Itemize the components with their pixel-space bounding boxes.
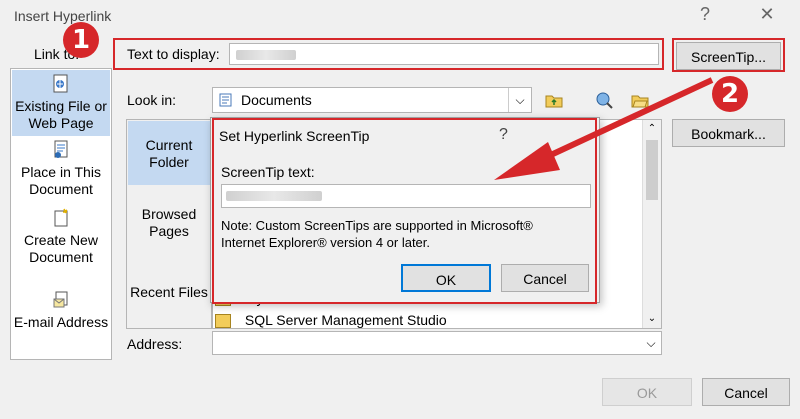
list-item[interactable]: SQL Server Management Studio: [215, 312, 447, 329]
text-to-display-label: Text to display:: [127, 46, 220, 62]
link-to-email[interactable]: E-mail Address: [12, 290, 110, 334]
link-to-existing-file[interactable]: Existing File or Web Page: [12, 70, 110, 136]
tab-browsed-pages[interactable]: Browsed Pages: [128, 206, 210, 240]
window-title: Insert Hyperlink: [14, 8, 112, 24]
help-button[interactable]: ?: [692, 4, 718, 25]
redacted-text: [236, 50, 296, 60]
step2-badge: 2: [712, 76, 748, 112]
screentip-button[interactable]: ScreenTip...: [676, 42, 781, 70]
tab-current-folder[interactable]: Current Folder: [128, 121, 210, 185]
link-to-place-in-document[interactable]: Place in This Document: [12, 138, 110, 200]
address-input[interactable]: ⌵: [212, 331, 662, 355]
look-in-label: Look in:: [127, 92, 177, 108]
email-icon: [12, 290, 110, 314]
annotation-arrow: [494, 77, 714, 180]
address-label: Address:: [127, 336, 183, 352]
chevron-down-icon[interactable]: ⌵: [641, 332, 661, 354]
link-to-create-new[interactable]: Create New Document: [12, 206, 110, 268]
scroll-down-icon[interactable]: ⌄: [643, 310, 661, 328]
folder-icon: [215, 314, 231, 329]
web-page-icon: [12, 74, 110, 98]
ok-button[interactable]: OK: [602, 378, 692, 406]
cancel-button[interactable]: Cancel: [702, 378, 790, 406]
step1-badge: 1: [63, 22, 99, 58]
documents-icon: [219, 93, 233, 110]
new-document-icon: [12, 208, 110, 232]
document-place-icon: [12, 140, 110, 164]
close-button[interactable]: ✕: [754, 4, 780, 25]
text-to-display-input[interactable]: [229, 43, 659, 65]
tab-recent-files[interactable]: Recent Files: [128, 284, 210, 301]
